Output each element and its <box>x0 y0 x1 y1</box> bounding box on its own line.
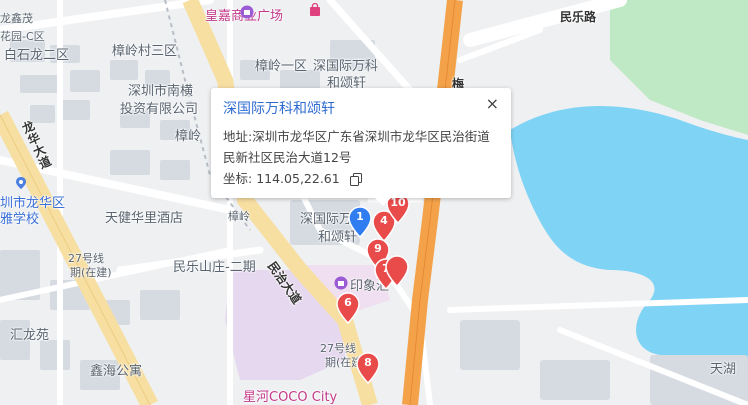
map-label-longxin: 龙鑫茂 <box>0 12 33 25</box>
map-label-huilongyuan: 汇龙苑 <box>10 328 50 343</box>
coord-row: 坐标: 114.05,22.61 <box>223 168 499 189</box>
coord-label: 坐标: <box>223 171 253 186</box>
copy-icon[interactable] <box>349 173 362 186</box>
map-label-zhangling3: 樟岭村三区 <box>112 44 178 59</box>
map-label-phase27-b: 期(在建) <box>70 266 112 279</box>
map-label-tianjian: 天健华里酒店 <box>105 211 184 226</box>
address-value: 深圳市龙华区广东省深圳市龙华区民治街道民新社区民治大道12号 <box>223 129 490 165</box>
map-label-nanheng2: 投资有限公司 <box>120 102 199 117</box>
shopping-bag-icon <box>310 3 320 16</box>
school-pin-icon <box>16 177 26 189</box>
map-label-zhangling: 樟岭 <box>175 129 202 144</box>
marker-number: 1 <box>356 210 364 223</box>
map-marker-1[interactable]: 1 <box>348 206 372 239</box>
map-label-zhangling1: 樟岭一区 <box>255 59 308 74</box>
mall-icon <box>334 276 348 290</box>
map-label-nanheng: 深圳市南横 <box>128 84 194 99</box>
map-label-zhangling-short: 樟岭 <box>228 210 250 223</box>
map-label-minle-2: 民乐山庄-二期 <box>173 260 256 275</box>
map-label-xinhai: 鑫海公寓 <box>90 364 143 379</box>
map-marker-unnumbered[interactable] <box>385 255 409 288</box>
map-label-tianhu: 天湖 <box>710 362 737 377</box>
map-label-baishilong: 白石龙二区 <box>4 48 70 63</box>
map-view[interactable]: 龙鑫茂 花园-C区 白石龙二区 樟岭村三区 皇嘉商业广场 民乐路 樟岭一区 深国… <box>0 0 748 405</box>
coord-value: 114.05,22.61 <box>256 171 340 186</box>
map-label-zone: 花园-C区 <box>0 30 45 43</box>
marker-number: 8 <box>364 356 372 369</box>
address-row: 地址:深圳市龙华区广东省深圳市龙华区民治街道民新社区民治大道12号 <box>223 126 499 168</box>
place-info-popup: × 深国际万科和颂轩 地址:深圳市龙华区广东省深圳市龙华区民治街道民新社区民治大… <box>211 88 511 206</box>
map-marker-8[interactable]: 8 <box>356 352 380 385</box>
marker-number: 9 <box>374 242 382 255</box>
map-marker-6[interactable]: 6 <box>336 292 360 325</box>
map-label-minle-road: 民乐路 <box>560 10 597 24</box>
mall-icon-2 <box>240 5 254 19</box>
close-icon[interactable]: × <box>486 94 499 113</box>
marker-number: 6 <box>344 296 352 309</box>
map-label-school2: 雅学校 <box>0 212 40 227</box>
address-label: 地址: <box>223 129 253 144</box>
map-label-szgj-2: 深国际万 <box>300 212 353 227</box>
place-title[interactable]: 深国际万科和颂轩 <box>223 98 499 118</box>
map-label-xinghe: 星河COCO City <box>243 390 338 405</box>
